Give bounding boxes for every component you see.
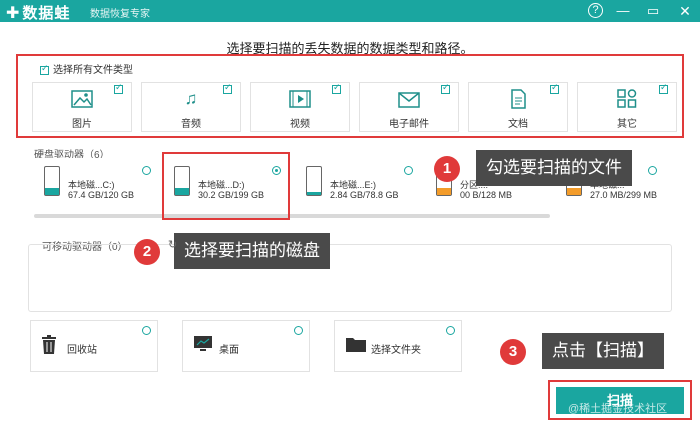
callout-1-text: 勾选要扫描的文件 [476,150,632,186]
other-icon [616,89,638,109]
desktop-icon [193,335,213,358]
location-choose-folder[interactable]: 选择文件夹 [334,320,462,372]
file-type-image[interactable]: 图片 [32,82,132,132]
watermark: @稀土掘金技术社区 [568,403,668,415]
document-icon [507,89,529,109]
checkbox-icon[interactable] [223,82,232,94]
hard-drive-icon [44,166,60,196]
drive-e[interactable]: 本地磁...E:) 2.84 GB/78.8 GB [294,158,414,214]
folder-icon [345,335,367,358]
file-type-video[interactable]: 视频 [250,82,350,132]
file-type-other[interactable]: 其它 [577,82,677,132]
hard-drive-icon [306,166,322,196]
app-subtitle: 数据恢复专家 [90,9,150,20]
checkbox-icon[interactable] [332,82,341,94]
file-type-label: 图片 [72,119,92,130]
removable-drives-panel [28,244,672,312]
drive-radio[interactable] [404,166,413,175]
checkbox-icon[interactable] [441,82,450,94]
drive-size: 27.0 MB/299 MB [590,190,658,200]
callout-3-text: 点击【扫描】 [542,333,664,369]
file-types-panel: 选择所有文件类型 图片 ♫ 音频 视频 电子邮件 文档 [16,54,684,138]
minimize-icon[interactable]: — [614,2,632,20]
drive-size: 2.84 GB/78.8 GB [330,190,399,200]
location-radio[interactable] [142,326,151,335]
drive-c[interactable]: 本地磁...C:) 67.4 GB/120 GB [32,158,152,214]
image-icon [71,89,93,109]
logo-cross-icon: ✚ [6,5,21,22]
callout-2-text: 选择要扫描的磁盘 [174,233,330,269]
callout-3-badge: 3 [500,339,526,365]
video-icon [289,89,311,109]
file-type-label: 音频 [181,119,201,130]
maximize-icon[interactable]: ▭ [644,2,662,20]
music-icon: ♫ [184,89,198,108]
callout-2-badge: 2 [134,239,160,265]
file-type-email[interactable]: 电子邮件 [359,82,459,132]
mail-icon [398,89,420,109]
location-label: 选择文件夹 [371,345,421,356]
location-desktop[interactable]: 桌面 [182,320,310,372]
drive-d-highlight-box [162,152,290,220]
checkbox-icon[interactable] [114,82,123,94]
file-type-label: 其它 [617,119,637,130]
checkbox-icon[interactable] [550,82,559,94]
help-button[interactable]: ? [588,3,603,18]
drive-radio[interactable] [142,166,151,175]
cursor-icon: ↻ [168,239,178,251]
callout-1-badge: 1 [434,156,460,182]
file-type-audio[interactable]: ♫ 音频 [141,82,241,132]
drive-size: 67.4 GB/120 GB [68,190,135,200]
drive-size: 00 B/128 MB [460,190,513,200]
location-label: 桌面 [219,345,239,356]
file-type-label: 视频 [290,119,310,130]
location-radio[interactable] [446,326,455,335]
recycle-bin-icon [41,335,57,360]
location-radio[interactable] [294,326,303,335]
location-recycle-bin[interactable]: 回收站 [30,320,158,372]
checkbox-icon[interactable] [659,82,668,94]
close-icon[interactable]: ✕ [676,2,694,20]
select-all-label: 选择所有文件类型 [53,65,133,76]
drives-scrollbar[interactable] [34,214,550,218]
title-bar: ✚ 数据蛙 数据恢复专家 ? — ▭ ✕ [0,0,700,22]
file-type-document[interactable]: 文档 [468,82,568,132]
file-type-label: 文档 [508,119,528,130]
location-label: 回收站 [67,345,97,356]
select-all-checkbox[interactable]: 选择所有文件类型 [40,61,133,76]
drive-radio[interactable] [648,166,657,175]
app-logo: ✚ 数据蛙 [6,2,70,23]
app-name: 数据蛙 [22,5,71,22]
checkbox-icon [40,63,49,75]
file-type-label: 电子邮件 [389,119,429,130]
